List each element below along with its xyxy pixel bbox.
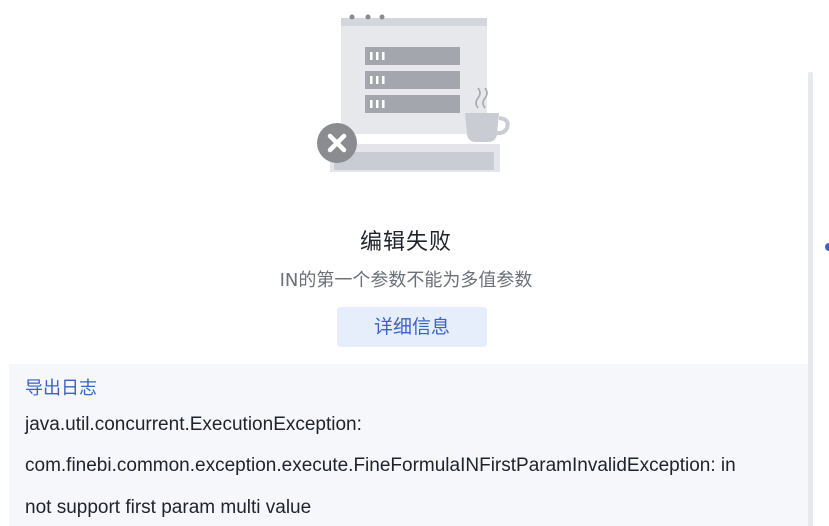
log-line: not support first param multi value [25, 497, 312, 518]
error-message: IN的第一个参数不能为多值参数 [279, 270, 533, 291]
export-log-link[interactable]: 导出日志 [25, 374, 97, 400]
error-title: 编辑失败 [359, 230, 452, 255]
error-page: 编辑失败 IN的第一个参数不能为多值参数 详细信息 导出日志 java.util… [0, 0, 829, 526]
log-line: com.finebi.common.exception.execute.Fine… [25, 455, 736, 476]
side-handle-icon[interactable] [825, 243, 829, 251]
vertical-scrollbar[interactable] [808, 72, 813, 526]
log-line: java.util.concurrent.ExecutionException: [25, 414, 362, 435]
details-button[interactable]: 详细信息 [337, 307, 487, 347]
error-log-panel: 导出日志 java.util.concurrent.ExecutionExcep… [9, 364, 812, 526]
close-circle-icon [317, 123, 357, 163]
